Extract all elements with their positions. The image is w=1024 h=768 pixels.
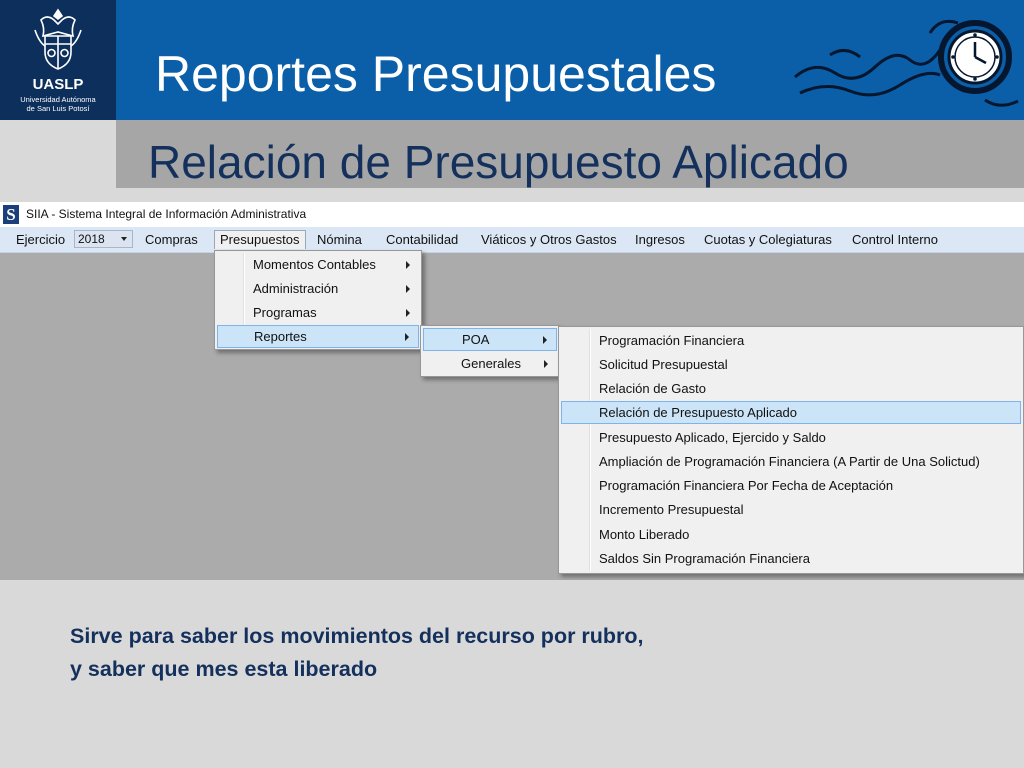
app-window: S SIIA - Sistema Integral de Información…	[0, 202, 1024, 580]
logo-university-line2: de San Luis Potosí	[26, 104, 90, 113]
chevron-right-icon	[544, 360, 548, 368]
description-line-1: Sirve para saber los movimientos del rec…	[70, 624, 644, 648]
window-title: SIIA - Sistema Integral de Información A…	[26, 207, 307, 221]
chevron-right-icon	[406, 309, 410, 317]
menu-item-presupuesto-aplicado-ejercido-saldo[interactable]: Presupuesto Aplicado, Ejercido y Saldo	[561, 426, 1021, 449]
menu-cuotas[interactable]: Cuotas y Colegiaturas	[704, 232, 832, 247]
menu-item-momentos-contables[interactable]: Momentos Contables	[217, 253, 419, 276]
slide-title: Reportes Presupuestales	[155, 46, 717, 102]
slide-description: Sirve para saber los movimientos del rec…	[70, 620, 644, 686]
menu-item-programas[interactable]: Programas	[217, 301, 419, 324]
presupuestos-dropdown: Momentos Contables Administración Progra…	[214, 250, 422, 350]
year-select[interactable]: 2018	[74, 230, 133, 248]
menu-item-generales[interactable]: Generales	[423, 352, 557, 375]
logo-university-line1: Universidad Autónoma	[20, 95, 96, 104]
menu-viaticos[interactable]: Viáticos y Otros Gastos	[481, 232, 617, 247]
menu-compras[interactable]: Compras	[145, 232, 198, 247]
logo-name: UASLP	[32, 76, 84, 93]
menu-item-relacion-gasto[interactable]: Relación de Gasto	[561, 377, 1021, 400]
coat-of-arms-icon	[34, 8, 82, 70]
siia-app-icon: S	[3, 205, 19, 224]
window-titlebar: S SIIA - Sistema Integral de Información…	[0, 202, 1024, 227]
menu-nomina[interactable]: Nómina	[317, 232, 362, 247]
menu-item-administracion[interactable]: Administración	[217, 277, 419, 300]
slide-header: UASLP Universidad Autónoma de San Luis P…	[0, 0, 1024, 120]
year-value: 2018	[78, 232, 105, 246]
menu-item-ampliacion-programacion[interactable]: Ampliación de Programación Financiera (A…	[561, 450, 1021, 473]
chevron-right-icon	[543, 336, 547, 344]
menu-control-interno[interactable]: Control Interno	[852, 232, 938, 247]
menu-item-poa[interactable]: POA	[423, 328, 557, 351]
menu-item-solicitud-presupuestal[interactable]: Solicitud Presupuestal	[561, 353, 1021, 376]
chevron-right-icon	[405, 333, 409, 341]
menu-presupuestos[interactable]: Presupuestos	[214, 230, 306, 249]
slide-subtitle: Relación de Presupuesto Aplicado	[148, 136, 849, 188]
menu-ejercicio-label: Ejercicio	[16, 232, 66, 247]
menu-contabilidad[interactable]: Contabilidad	[386, 232, 458, 247]
menu-item-monto-liberado[interactable]: Monto Liberado	[561, 523, 1021, 546]
menu-item-programacion-financiera[interactable]: Programación Financiera	[561, 329, 1021, 352]
chevron-right-icon	[406, 285, 410, 293]
menu-item-incremento-presupuestal[interactable]: Incremento Presupuestal	[561, 498, 1021, 521]
reportes-submenu: POA Generales	[420, 325, 560, 377]
poa-submenu: Programación Financiera Solicitud Presup…	[558, 326, 1024, 574]
uaslp-logo: UASLP Universidad Autónoma de San Luis P…	[0, 0, 116, 120]
chevron-right-icon	[406, 261, 410, 269]
menu-item-reportes[interactable]: Reportes	[217, 325, 419, 348]
menu-item-relacion-presupuesto-aplicado[interactable]: Relación de Presupuesto Aplicado	[561, 401, 1021, 424]
chevron-down-icon[interactable]	[121, 237, 127, 241]
menubar: Ejercicio 2018 Compras Presupuestos Nómi…	[0, 227, 1024, 253]
menu-item-programacion-fecha-aceptacion[interactable]: Programación Financiera Por Fecha de Ace…	[561, 474, 1021, 497]
menu-ingresos[interactable]: Ingresos	[635, 232, 685, 247]
menu-item-saldos-sin-programacion[interactable]: Saldos Sin Programación Financiera	[561, 547, 1021, 570]
clock-ornament-icon	[794, 19, 1019, 107]
description-line-2: y saber que mes esta liberado	[70, 657, 378, 681]
